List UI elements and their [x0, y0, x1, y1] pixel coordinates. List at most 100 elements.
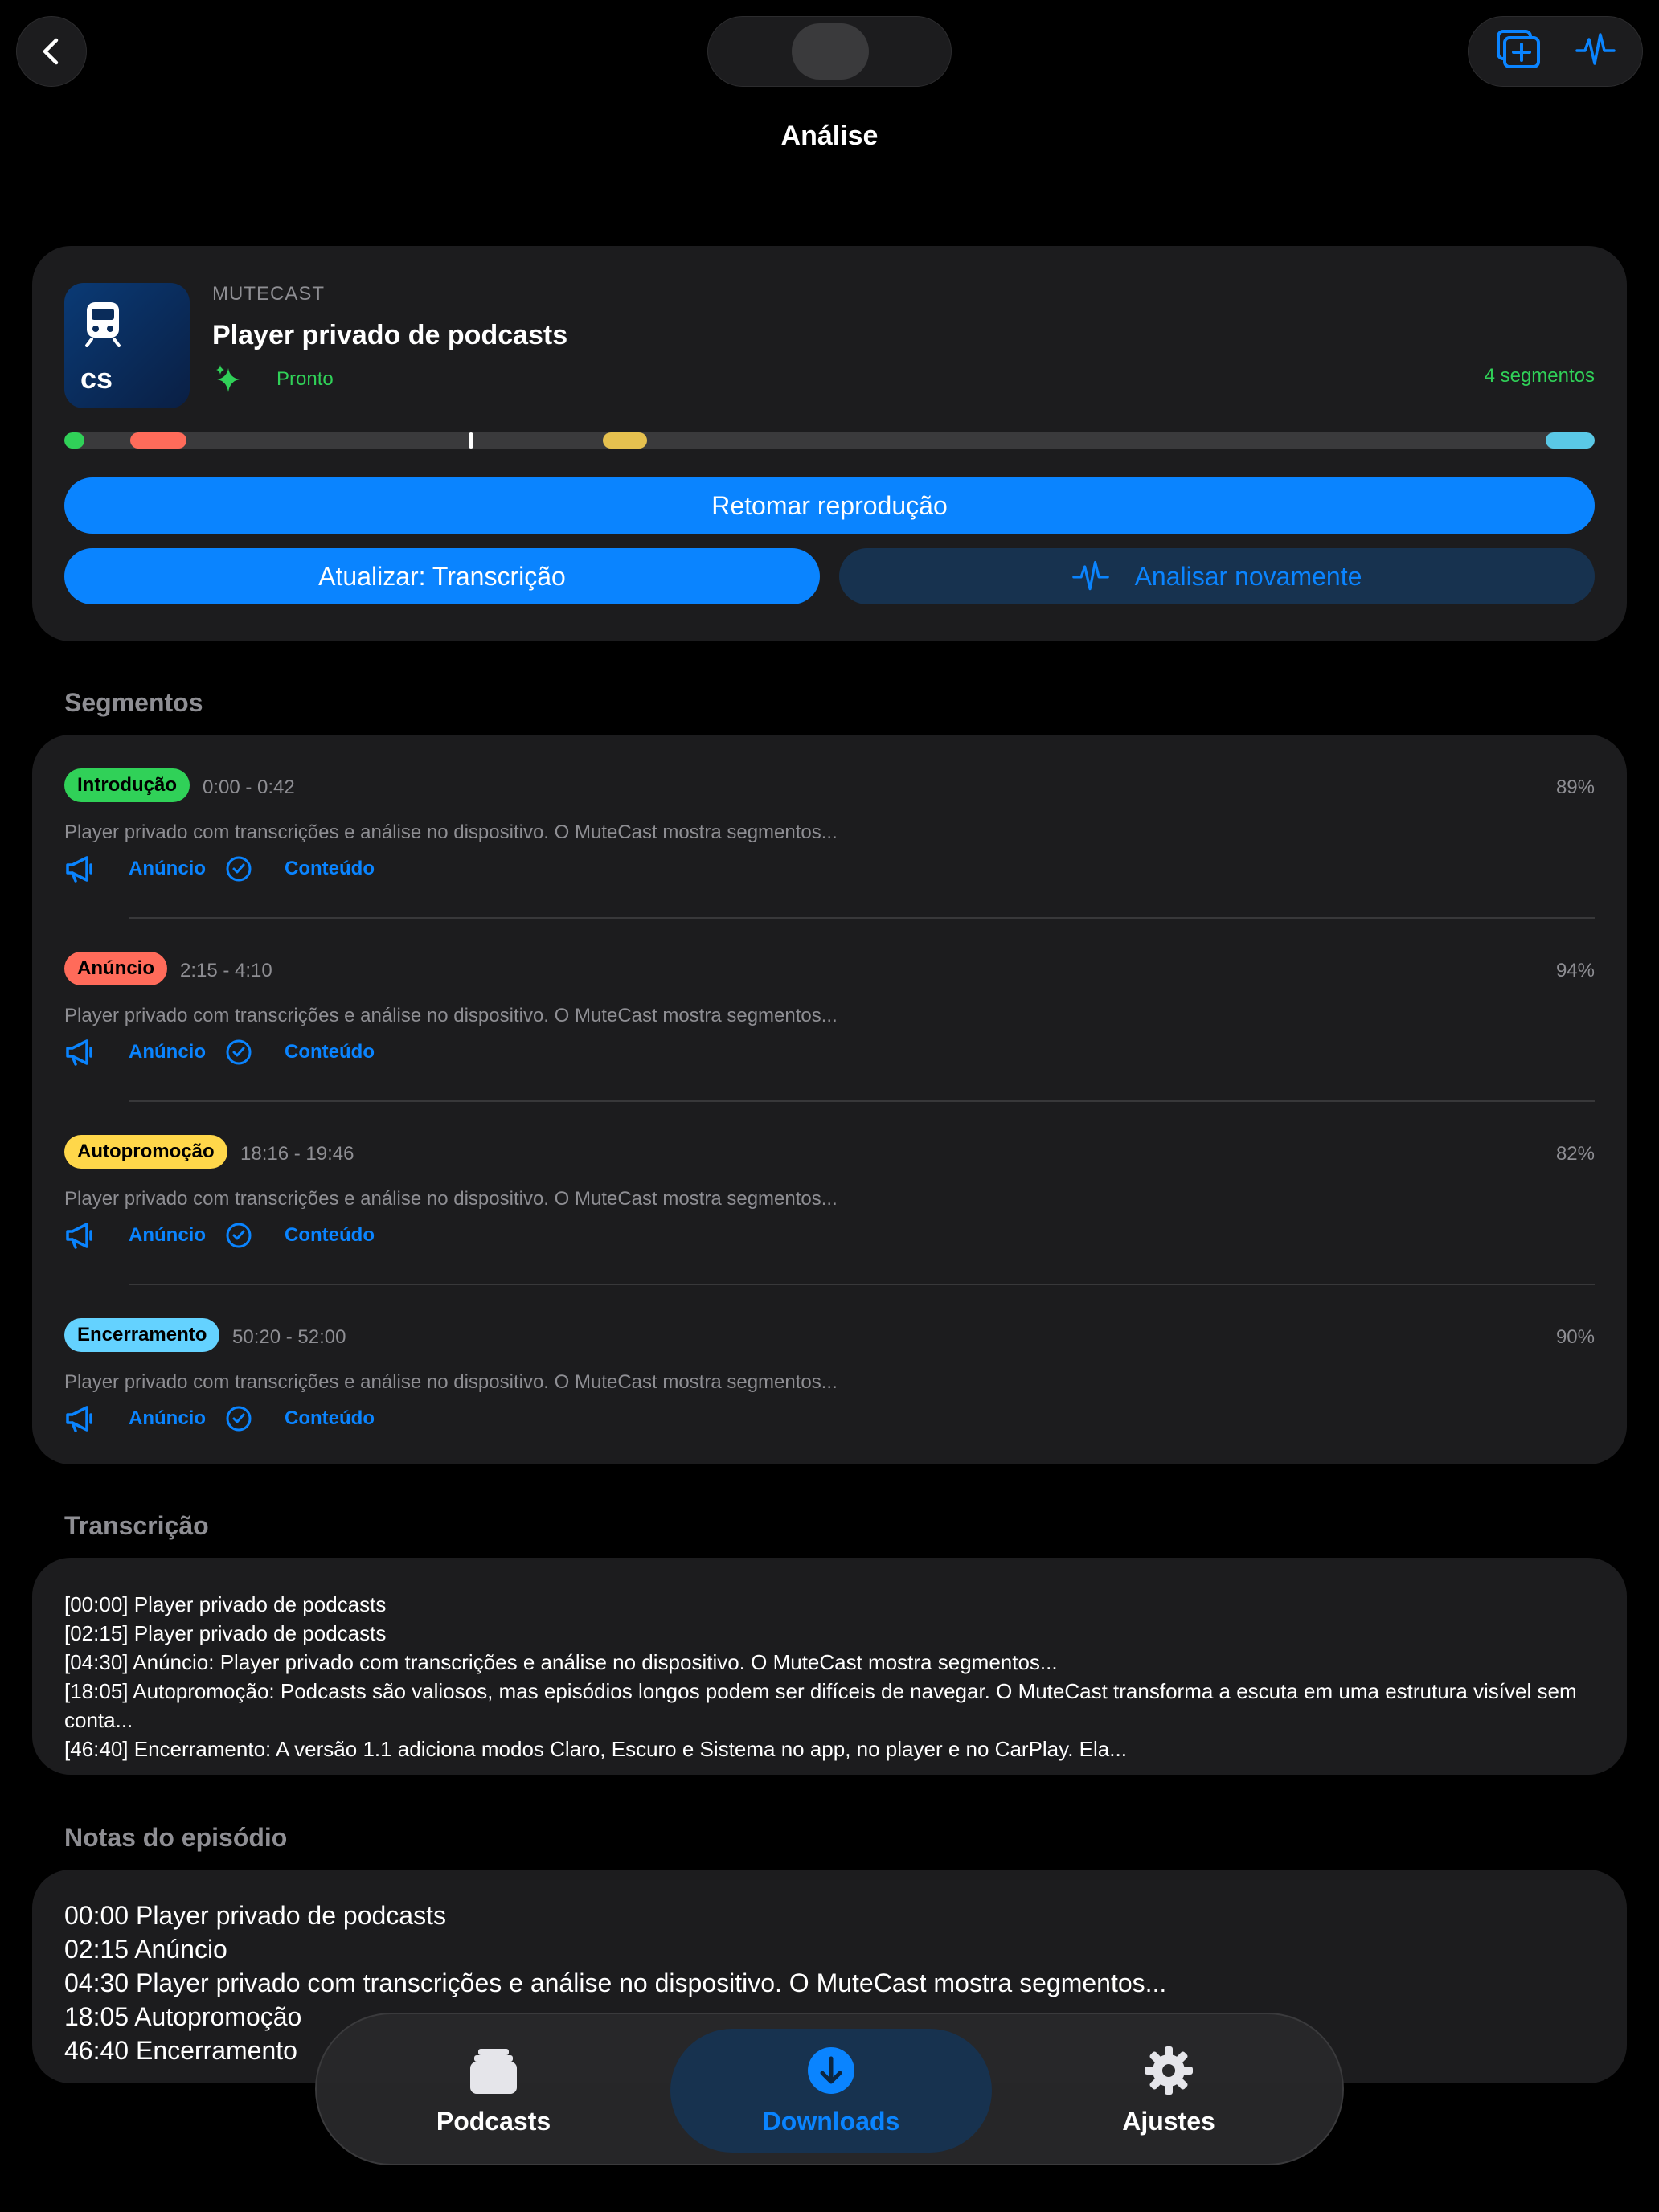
notes-section-title: Notas do episódio [64, 1823, 288, 1852]
back-button[interactable] [16, 16, 87, 87]
segment-row[interactable]: Encerramento 50:20 - 52:00 90% Player priva… [64, 1284, 1595, 1468]
timeline-segment[interactable] [1546, 432, 1595, 449]
segment-confidence: 82% [1555, 1143, 1595, 1165]
segment-actions: Anúncio Conteúdo [64, 1222, 375, 1249]
mark-content-button[interactable]: Conteúdo [225, 1405, 375, 1432]
episode-artwork: cs [64, 283, 190, 408]
sheet-handle-knob [792, 23, 869, 80]
podcast-name: MUTECAST [212, 283, 325, 305]
add-to-queue-icon [1497, 29, 1540, 68]
status-row: Pronto [212, 363, 334, 395]
update-transcript-button[interactable]: Atualizar: Transcrição [64, 548, 820, 604]
checkmark-circle-icon [226, 856, 252, 882]
segment-time-range: 2:15 - 4:10 [180, 960, 272, 981]
train-icon [85, 302, 121, 347]
segment-time-range: 18:16 - 19:46 [240, 1143, 354, 1165]
page-title: Análise [780, 121, 879, 151]
download-circle-icon [808, 2046, 854, 2094]
timeline-segment[interactable] [64, 432, 84, 449]
segment-row[interactable]: Anúncio 2:15 - 4:10 94% Player privado com … [64, 918, 1595, 1101]
transcript-line[interactable]: [02:15] Player privado de podcasts [64, 1619, 1595, 1648]
mark-content-label: Conteúdo [285, 1407, 375, 1429]
tab-bar: Podcasts Downloads Ajustes [315, 2013, 1344, 2165]
mark-ad-label: Anúncio [129, 1407, 206, 1429]
analysis-button[interactable] [1575, 30, 1616, 74]
sheet-handle[interactable] [707, 16, 952, 87]
playhead-marker[interactable] [468, 432, 473, 449]
resume-label: Retomar reprodução [711, 490, 948, 520]
chevron-left-icon [43, 38, 59, 65]
segment-row[interactable]: Autopromoção 18:16 - 19:46 82% Player priva… [64, 1101, 1595, 1284]
note-line[interactable]: 00:00 Player privado de podcasts [64, 1899, 1595, 1932]
segments-section-title: Segmentos [64, 688, 203, 717]
transcript-line[interactable]: [00:00] Player privado de podcasts [64, 1590, 1595, 1619]
segment-confidence: 90% [1555, 1326, 1595, 1348]
mark-ad-button[interactable]: Anúncio [64, 855, 206, 883]
status-text: Pronto [276, 368, 334, 390]
note-line[interactable]: 02:15 Anúncio [64, 1932, 1595, 1966]
mark-content-label: Conteúdo [285, 858, 375, 879]
add-to-queue-button[interactable] [1495, 29, 1542, 74]
note-line[interactable]: 04:30 Player privado com transcrições e … [64, 1966, 1595, 2000]
segment-badge: Introdução [64, 768, 190, 802]
mark-content-button[interactable]: Conteúdo [225, 855, 375, 883]
tab-downloads[interactable]: Downloads [670, 2029, 992, 2153]
megaphone-icon [66, 1406, 92, 1432]
segment-badge: Encerramento [64, 1318, 220, 1352]
segment-actions: Anúncio Conteúdo [64, 1405, 375, 1432]
mark-content-label: Conteúdo [285, 1224, 375, 1246]
mark-content-label: Conteúdo [285, 1041, 375, 1063]
sparkles-icon [216, 365, 240, 392]
segment-row[interactable]: Introdução 0:00 - 0:42 89% Player privado c… [64, 735, 1595, 918]
segment-actions: Anúncio Conteúdo [64, 855, 375, 883]
mark-ad-button[interactable]: Anúncio [64, 1405, 206, 1432]
tab-settings-label: Ajustes [1122, 2106, 1215, 2136]
reanalyze-label: Analisar novamente [1134, 561, 1362, 591]
segment-badge: Anúncio [64, 952, 167, 985]
segment-time-range: 50:20 - 52:00 [232, 1326, 346, 1348]
segment-actions: Anúncio Conteúdo [64, 1038, 375, 1066]
segment-badge: Autopromoção [64, 1135, 227, 1169]
mark-content-button[interactable]: Conteúdo [225, 1222, 375, 1249]
update-label: Atualizar: Transcrição [318, 561, 566, 591]
mark-ad-button[interactable]: Anúncio [64, 1038, 206, 1066]
checkmark-circle-icon [226, 1406, 252, 1432]
segment-time-range: 0:00 - 0:42 [203, 776, 295, 798]
segment-description: Player privado com transcrições e anális… [64, 1188, 838, 1210]
transcript-line[interactable]: [04:30] Anúncio: Player privado com tran… [64, 1648, 1595, 1677]
megaphone-icon [66, 856, 92, 883]
transcript-line[interactable]: [18:05] Autopromoção: Podcasts são valio… [64, 1677, 1595, 1735]
episode-card: cs MUTECAST Player privado de podcasts P… [32, 246, 1627, 641]
timeline-segment[interactable] [603, 432, 648, 449]
segments-card: Introdução 0:00 - 0:42 89% Player privado c… [32, 735, 1627, 1464]
transcript-line[interactable]: [46:40] Encerramento: A versão 1.1 adici… [64, 1735, 1595, 1763]
tab-podcasts-label: Podcasts [436, 2106, 551, 2136]
tab-settings[interactable]: Ajustes [1008, 2029, 1329, 2153]
reanalyze-button[interactable]: Analisar novamente [839, 548, 1595, 604]
stack-icon [470, 2048, 517, 2094]
resume-button[interactable]: Retomar reprodução [64, 477, 1595, 534]
artwork-text: cs [80, 362, 113, 395]
mark-ad-button[interactable]: Anúncio [64, 1222, 206, 1249]
checkmark-circle-icon [226, 1223, 252, 1248]
gear-icon [1145, 2046, 1193, 2095]
segment-description: Player privado com transcrições e anális… [64, 1005, 838, 1026]
mark-ad-label: Anúncio [129, 1041, 206, 1063]
segment-description: Player privado com transcrições e anális… [64, 1371, 838, 1393]
waveform-icon [1071, 560, 1109, 591]
transcript-section-title: Transcrição [64, 1511, 209, 1540]
episode-title: Player privado de podcasts [212, 320, 568, 350]
mark-ad-label: Anúncio [129, 858, 206, 879]
tab-podcasts[interactable]: Podcasts [333, 2029, 654, 2153]
waveform-icon [1575, 32, 1616, 65]
segment-description: Player privado com transcrições e anális… [64, 821, 838, 843]
transcript-card: [00:00] Player privado de podcasts [02:15… [32, 1558, 1627, 1775]
segment-timeline[interactable] [64, 432, 1595, 449]
segment-confidence: 94% [1555, 960, 1595, 981]
header-actions [1468, 16, 1643, 87]
mark-content-button[interactable]: Conteúdo [225, 1038, 375, 1066]
timeline-segment[interactable] [129, 432, 187, 449]
checkmark-circle-icon [226, 1039, 252, 1065]
segment-count: 4 segmentos [1484, 365, 1595, 387]
tab-downloads-label: Downloads [762, 2106, 900, 2136]
